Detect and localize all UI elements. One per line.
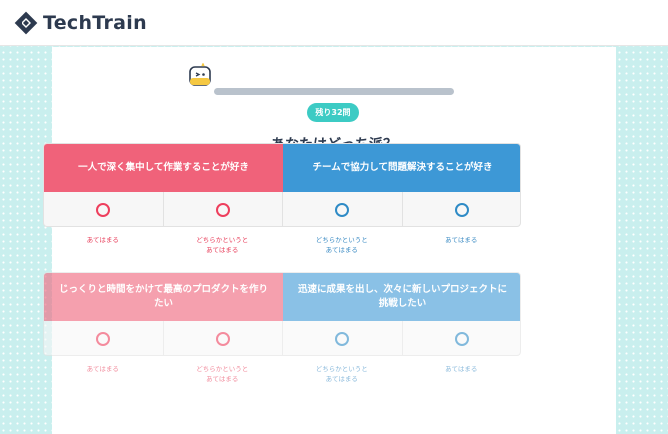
radio-circle-icon[interactable] — [455, 332, 470, 346]
option-a-text: じっくりと時間をかけて最高のプロダクトを作りたい — [44, 273, 283, 321]
choice-label: どちらかというと あてはまる — [315, 365, 368, 383]
progress-bar — [214, 88, 454, 95]
choice-a-weak[interactable] — [164, 192, 283, 226]
choice-b-weak[interactable] — [283, 321, 403, 355]
choice-a-strong[interactable] — [44, 192, 164, 226]
question-options: 一人で深く集中して作業することが好き チームで協力して問題解決することが好き — [44, 144, 520, 192]
question-card-1: 一人で深く集中して作業することが好き チームで協力して問題解決することが好き — [43, 143, 521, 227]
option-b-text: 迅速に成果を出し、次々に新しいプロジェクトに挑戦したい — [283, 273, 520, 321]
choice-labels-2: あてはまる どちらかというと あてはまる どちらかというと あてはまる あてはま… — [43, 365, 521, 385]
logo-text[interactable]: TechTrain — [43, 12, 147, 34]
choice-label: あてはまる — [86, 365, 119, 373]
choice-label: どちらかというと あてはまる — [196, 365, 249, 383]
question-options: じっくりと時間をかけて最高のプロダクトを作りたい 迅速に成果を出し、次々に新しい… — [44, 273, 520, 321]
choice-label: あてはまる — [86, 236, 119, 244]
choice-labels-1: あてはまる どちらかというと あてはまる どちらかというと あてはまる あてはま… — [43, 236, 521, 256]
choice-label: あてはまる — [445, 365, 478, 373]
radio-circle-icon[interactable] — [96, 203, 111, 217]
option-b-text: チームで協力して問題解決することが好き — [283, 144, 520, 192]
choice-b-strong[interactable] — [403, 192, 521, 226]
robot-mascot-icon — [189, 63, 211, 86]
choice-label: どちらかというと あてはまる — [196, 236, 249, 254]
answer-choices — [44, 192, 521, 226]
radio-circle-icon[interactable] — [215, 203, 230, 217]
choice-b-weak[interactable] — [283, 192, 403, 226]
techtrain-diamond-icon[interactable] — [14, 11, 38, 35]
choice-label: どちらかというと あてはまる — [315, 236, 368, 254]
option-a-text: 一人で深く集中して作業することが好き — [44, 144, 283, 192]
choice-b-strong[interactable] — [403, 321, 521, 355]
radio-circle-icon[interactable] — [96, 332, 111, 346]
radio-circle-icon[interactable] — [335, 332, 350, 346]
radio-circle-icon[interactable] — [335, 203, 350, 217]
choice-a-strong[interactable] — [44, 321, 164, 355]
header: TechTrain — [0, 0, 668, 46]
choice-label: あてはまる — [445, 236, 478, 244]
remaining-badge: 残り32問 — [307, 103, 359, 122]
answer-choices — [44, 321, 521, 355]
radio-circle-icon[interactable] — [455, 203, 470, 217]
choice-a-weak[interactable] — [164, 321, 283, 355]
radio-circle-icon[interactable] — [215, 332, 230, 346]
question-card-2: じっくりと時間をかけて最高のプロダクトを作りたい 迅速に成果を出し、次々に新しい… — [43, 272, 521, 356]
